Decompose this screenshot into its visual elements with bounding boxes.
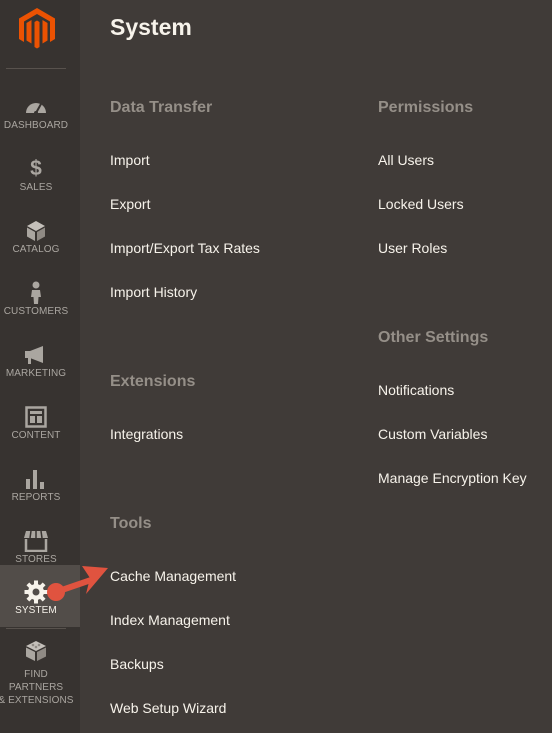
- nav-divider: [6, 628, 66, 629]
- nav-catalog[interactable]: CATALOG: [0, 204, 80, 266]
- section-title-permissions: Permissions: [378, 99, 474, 116]
- section-title-other-settings: Other Settings: [378, 329, 489, 346]
- nav-dashboard-label: DASHBOARD: [3, 120, 69, 131]
- link-web-setup-wizard[interactable]: Web Setup Wizard: [110, 700, 226, 716]
- nav-content[interactable]: CONTENT: [0, 390, 80, 452]
- link-export[interactable]: Export: [110, 196, 150, 212]
- nav-content-label: CONTENT: [11, 430, 61, 441]
- nav-reports-label: REPORTS: [11, 492, 61, 503]
- nav-find-partners-extensions[interactable]: FIND PARTNERS & EXTENSIONS: [0, 634, 80, 706]
- link-all-users[interactable]: All Users: [378, 152, 434, 168]
- link-user-roles[interactable]: User Roles: [378, 240, 447, 256]
- nav-marketing[interactable]: MARKETING: [0, 328, 80, 390]
- blocks-icon: [0, 638, 72, 664]
- logo-divider: [6, 68, 66, 69]
- nav-catalog-label: CATALOG: [12, 244, 60, 255]
- nav-customers-label: CUSTOMERS: [3, 306, 69, 317]
- nav-find-partners-label: FIND PARTNERS & EXTENSIONS: [0, 668, 76, 707]
- nav-find-partners-line2: & EXTENSIONS: [0, 695, 74, 706]
- storefront-icon: [0, 528, 72, 554]
- link-backups[interactable]: Backups: [110, 656, 164, 672]
- cube-icon: [0, 218, 72, 244]
- link-integrations[interactable]: Integrations: [110, 426, 183, 442]
- link-import[interactable]: Import: [110, 152, 150, 168]
- link-cache-management[interactable]: Cache Management: [110, 568, 236, 584]
- admin-sidebar: DASHBOARD $ SALES CATALOG CUSTOMERS MARK…: [0, 0, 80, 733]
- section-title-extensions: Extensions: [110, 373, 196, 390]
- nav-sales[interactable]: $ SALES: [0, 142, 80, 204]
- nav-dashboard[interactable]: DASHBOARD: [0, 80, 80, 142]
- megaphone-icon: [0, 342, 72, 368]
- person-icon: [0, 280, 72, 306]
- bar-chart-icon: [0, 466, 72, 492]
- link-import-history[interactable]: Import History: [110, 284, 197, 300]
- section-title-tools: Tools: [110, 515, 152, 532]
- link-index-management[interactable]: Index Management: [110, 612, 230, 628]
- link-manage-encryption-key[interactable]: Manage Encryption Key: [378, 470, 527, 486]
- link-locked-users[interactable]: Locked Users: [378, 196, 464, 212]
- page-title: System: [110, 14, 192, 40]
- section-title-data-transfer: Data Transfer: [110, 99, 213, 116]
- nav-marketing-label: MARKETING: [5, 368, 67, 379]
- magento-logo[interactable]: [17, 6, 57, 50]
- link-import-export-tax-rates[interactable]: Import/Export Tax Rates: [110, 240, 260, 256]
- layout-icon: [0, 404, 72, 430]
- dashboard-icon: [0, 94, 72, 120]
- link-notifications[interactable]: Notifications: [378, 382, 454, 398]
- nav-sales-label: SALES: [19, 182, 53, 193]
- system-menu-panel: System Data Transfer Import Export Impor…: [80, 0, 552, 733]
- dollar-icon: $: [30, 157, 42, 180]
- nav-reports[interactable]: REPORTS: [0, 452, 80, 514]
- nav-customers[interactable]: CUSTOMERS: [0, 266, 80, 328]
- nav-find-partners-line1: FIND PARTNERS: [8, 669, 64, 693]
- annotation-arrow-icon: [47, 566, 108, 601]
- link-custom-variables[interactable]: Custom Variables: [378, 426, 487, 442]
